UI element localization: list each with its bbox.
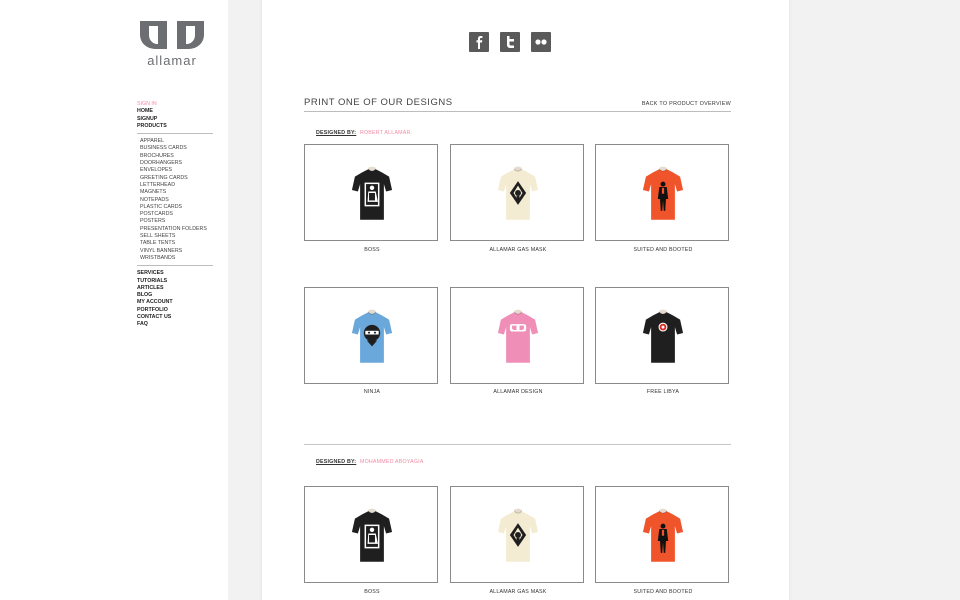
products-subnav: APPAREL BUSINESS CARDS BROCHURES DOORHANGER…: [137, 138, 215, 262]
back-to-product-overview-link[interactable]: BACK TO PRODUCT OVERVIEW: [642, 101, 731, 107]
product-card[interactable]: [450, 287, 584, 384]
sidebar-item[interactable]: PLASTIC CARDS: [137, 204, 215, 211]
sidebar-item[interactable]: WRISTBANDS: [137, 255, 215, 262]
product-name[interactable]: NINJA: [304, 389, 440, 395]
sidebar-item[interactable]: MY ACCOUNT: [137, 299, 215, 306]
sidebar-item[interactable]: BROCHURES: [137, 153, 215, 160]
sidebar-item[interactable]: VINYL BANNERS: [137, 248, 215, 255]
sidebar-item[interactable]: GREETING CARDS: [137, 175, 215, 182]
product-name[interactable]: ALLAMAR GAS MASK: [450, 247, 586, 253]
t-shirt-image: [497, 309, 539, 363]
t-shirt-image: [642, 166, 684, 220]
product-name[interactable]: BOSS: [304, 589, 440, 595]
t-shirt-image: [497, 508, 539, 562]
product-name[interactable]: ALLAMAR GAS MASK: [450, 589, 586, 595]
section-divider: [304, 444, 731, 445]
designer-name-link[interactable]: MOHAMMED ABOYAGIA: [360, 459, 424, 465]
nav-divider: [137, 265, 213, 267]
designer-label: DESIGNED BY: ROBERT ALLAMAR: [316, 130, 411, 136]
sidebar-item[interactable]: FAQ: [137, 321, 215, 328]
product-card[interactable]: [450, 486, 584, 583]
logo-text: allamar: [147, 53, 197, 68]
designed-by-label: DESIGNED BY:: [316, 130, 357, 136]
t-shirt-image: [351, 166, 393, 220]
secondary-nav: SERVICES TUTORIALS ARTICLES BLOG MY ACCOUNT P…: [137, 270, 215, 328]
product-name[interactable]: ALLAMAR DESIGN: [450, 389, 586, 395]
product-name[interactable]: BOSS: [304, 247, 440, 253]
allamar-logo-icon: [140, 21, 204, 49]
t-shirt-image: [497, 166, 539, 220]
designed-by-label: DESIGNED BY:: [316, 459, 357, 465]
t-shirt-image: [642, 508, 684, 562]
sidebar-item[interactable]: POSTERS: [137, 218, 215, 225]
sidebar-item[interactable]: BLOG: [137, 292, 215, 299]
sidebar-item[interactable]: HOME: [137, 108, 215, 115]
twitter-icon[interactable]: [500, 32, 520, 52]
t-shirt-image: [642, 309, 684, 363]
product-card[interactable]: [304, 486, 438, 583]
sidebar-item[interactable]: BUSINESS CARDS: [137, 145, 215, 152]
flickr-icon[interactable]: [531, 32, 551, 52]
t-shirt-image: [351, 508, 393, 562]
product-card[interactable]: [595, 287, 729, 384]
product-card[interactable]: [304, 287, 438, 384]
t-shirt-image: [351, 309, 393, 363]
sidebar-item[interactable]: DOORHANGERS: [137, 160, 215, 167]
sidebar-item[interactable]: PRESENTATION FOLDERS: [137, 226, 215, 233]
sidebar-item[interactable]: SELL SHEETS: [137, 233, 215, 240]
social-links: [469, 32, 551, 52]
product-name[interactable]: SUITED AND BOOTED: [595, 247, 731, 253]
sidebar-item[interactable]: TUTORIALS: [137, 278, 215, 285]
product-card[interactable]: [450, 144, 584, 241]
sidebar-item[interactable]: APPAREL: [137, 138, 215, 145]
sidebar-item[interactable]: NOTEPADS: [137, 197, 215, 204]
product-name[interactable]: SUITED AND BOOTED: [595, 589, 731, 595]
sidebar-item[interactable]: LETTERHEAD: [137, 182, 215, 189]
sidebar-item[interactable]: PORTFOLIO: [137, 307, 215, 314]
sidebar-item[interactable]: SIGNUP: [137, 116, 215, 123]
sidebar-item[interactable]: MAGNETS: [137, 189, 215, 196]
sidebar-item[interactable]: PRODUCTS: [137, 123, 215, 130]
sidebar-item[interactable]: ENVELOPES: [137, 167, 215, 174]
designer-name-link[interactable]: ROBERT ALLAMAR: [360, 130, 411, 136]
sign-in-link[interactable]: SIGN IN: [137, 101, 215, 108]
sidebar-item[interactable]: ARTICLES: [137, 285, 215, 292]
product-name[interactable]: FREE LIBYA: [595, 389, 731, 395]
section-heading: PRINT ONE OF OUR DESIGNS BACK TO PRODUCT…: [304, 97, 731, 112]
site-logo[interactable]: allamar: [137, 17, 207, 68]
product-card[interactable]: [304, 144, 438, 241]
sidebar-item[interactable]: SERVICES: [137, 270, 215, 277]
sidebar-nav: SIGN IN HOME SIGNUP PRODUCTS APPAREL BUSINE…: [137, 101, 215, 329]
page-title: PRINT ONE OF OUR DESIGNS: [304, 97, 453, 108]
sidebar-item[interactable]: CONTACT US: [137, 314, 215, 321]
nav-divider: [137, 133, 213, 135]
sidebar-item[interactable]: POSTCARDS: [137, 211, 215, 218]
main-nav: HOME SIGNUP PRODUCTS: [137, 108, 215, 130]
sidebar-item[interactable]: TABLE TENTS: [137, 240, 215, 247]
designer-label: DESIGNED BY: MOHAMMED ABOYAGIA: [316, 459, 424, 465]
product-card[interactable]: [595, 144, 729, 241]
facebook-icon[interactable]: [469, 32, 489, 52]
product-card[interactable]: [595, 486, 729, 583]
